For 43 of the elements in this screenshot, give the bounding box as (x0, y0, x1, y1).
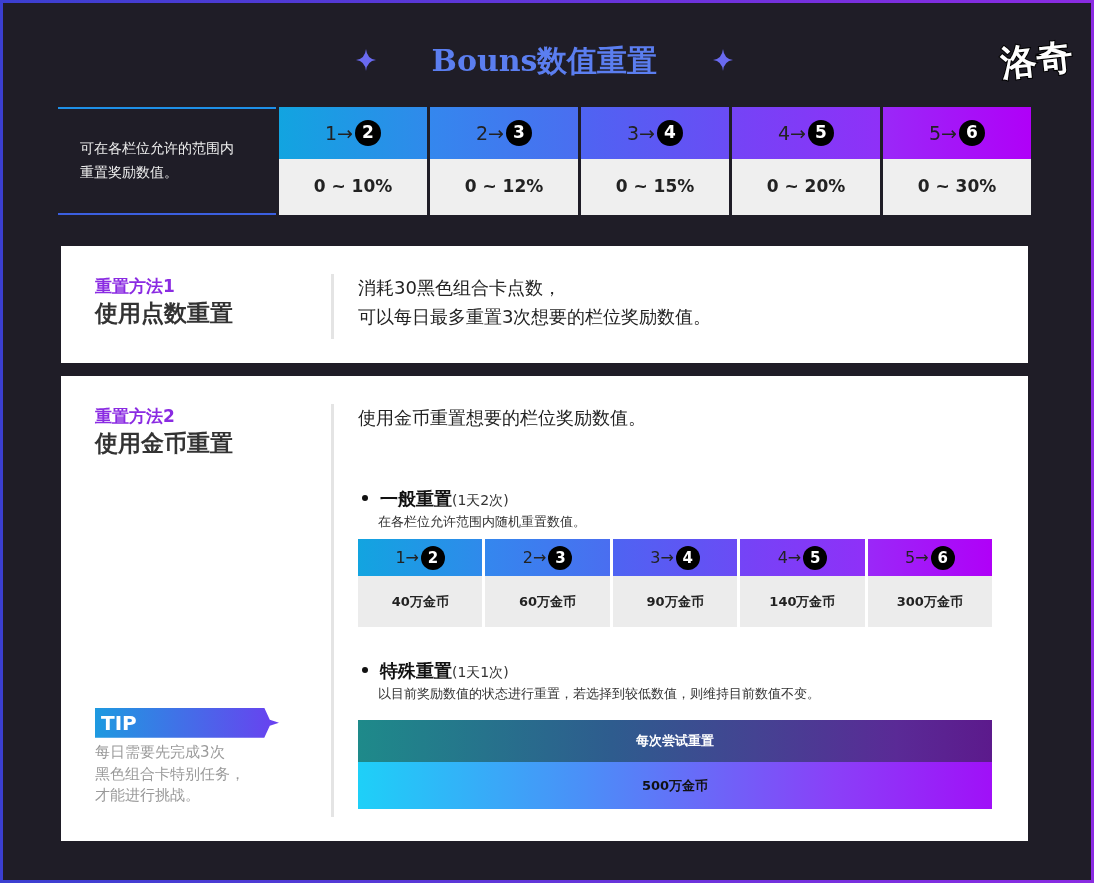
range-value: 0 ~ 20% (732, 159, 880, 215)
tier-header: 4→ 5 (732, 107, 880, 159)
tier-header: 1→ 2 (279, 107, 427, 159)
option-note: 在各栏位允许范围内随机重置数值。 (377, 512, 587, 531)
tier-header: 4→ 5 (740, 539, 865, 577)
option-limit: (1天2次) (452, 491, 509, 508)
page-title: Bouns数值重置 (431, 41, 658, 80)
method-tag: 重置方法2 (95, 404, 331, 430)
tier-header: 5→ 6 (883, 107, 1031, 159)
logo: 洛奇 (998, 34, 1076, 86)
method-tag: 重置方法1 (95, 274, 331, 300)
cost-value: 40万金币 (358, 576, 483, 628)
option-title: 一般重置 (380, 487, 452, 509)
cost-value: 300万金币 (867, 576, 993, 628)
cost-value: 140万金币 (740, 576, 865, 628)
range-value: 0 ~ 15% (581, 159, 729, 215)
cost-header: 每次尝试重置 (358, 719, 992, 762)
cost-value: 500万金币 (358, 761, 992, 809)
option-note: 以目前奖励数值的状态进行重置，若选择到较低数值，则维持目前数值不变。 (377, 685, 821, 704)
tier-header: 3→ 4 (612, 539, 738, 577)
tier-header: 3→ 4 (581, 107, 729, 159)
option-title: 特殊重置 (380, 660, 452, 682)
tier-header: 2→ 3 (430, 107, 578, 159)
bullet-icon (362, 494, 368, 501)
tip-text: 每日需要先完成3次 黑色组合卡特别任务， 才能进行挑战。 (95, 741, 246, 807)
cost-value: 90万金币 (612, 576, 738, 628)
tier-header: 1→ 2 (358, 539, 483, 577)
method-title: 使用金币重置 (95, 429, 234, 458)
method-description: 消耗30黑色组合卡点数， 可以每日最多重置3次想要的栏位奖励数值。 (358, 276, 713, 329)
range-value: 0 ~ 12% (430, 159, 578, 215)
cost-value: 60万金币 (485, 576, 610, 628)
tier-header: 2→ 3 (485, 539, 610, 577)
range-value: 0 ~ 10% (279, 159, 427, 215)
bullet-icon (362, 667, 368, 674)
method-title: 使用点数重置 (95, 299, 234, 328)
sparkle-icon (713, 49, 734, 71)
option-limit: (1天1次) (452, 664, 509, 681)
method-description: 使用金币重置想要的栏位奖励数值。 (358, 406, 647, 430)
sparkle-icon (355, 49, 376, 71)
tier-header: 5→ 6 (867, 539, 993, 577)
range-value: 0 ~ 30% (883, 159, 1031, 215)
range-description: 可在各栏位允许的范围内 重置奖励数值。 (80, 139, 234, 182)
tip-label: TIP (95, 707, 279, 738)
